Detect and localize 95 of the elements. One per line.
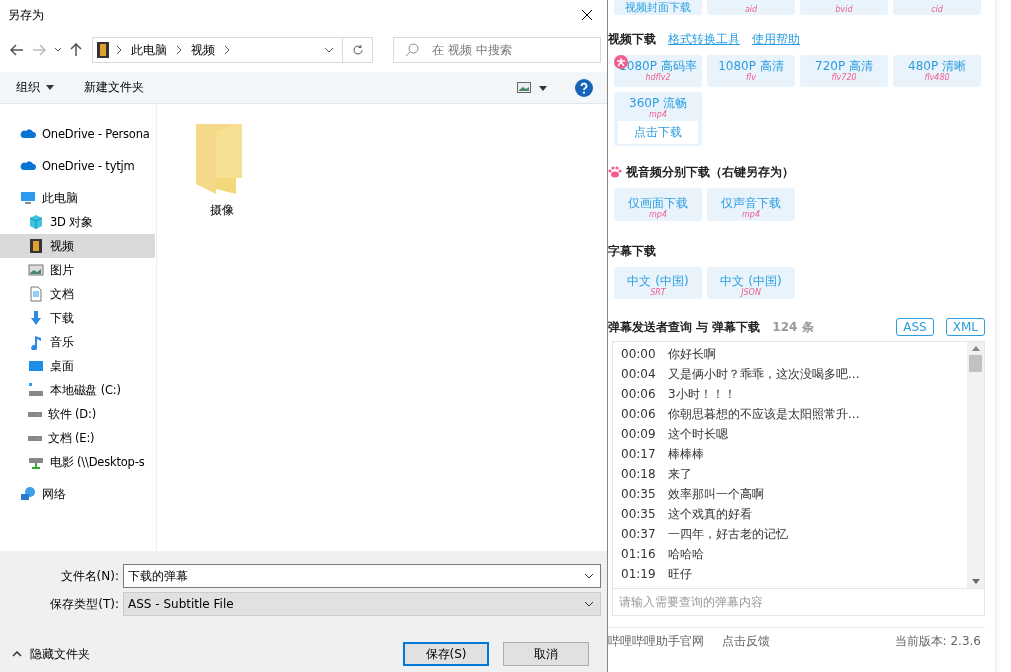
nav-item[interactable]: 图片 — [0, 258, 155, 282]
save-type-dropdown[interactable]: ASS - Subtitle File — [123, 592, 601, 616]
drive-icon — [28, 411, 42, 417]
dialog-title: 另存为 — [8, 6, 44, 24]
drive-icon — [28, 435, 42, 441]
nav-item[interactable]: 视频 — [0, 234, 155, 258]
refresh-icon — [351, 44, 364, 56]
danmaku-text: 旺仔 — [668, 565, 692, 583]
back-button[interactable] — [8, 42, 26, 58]
heading-text: 视音频分别下载（右键另存为） — [626, 163, 794, 181]
scroll-down-icon[interactable] — [971, 579, 980, 584]
chevron-right-icon — [175, 46, 183, 54]
danmaku-time: 00:04 — [621, 367, 657, 381]
nav-item[interactable]: 网络 — [0, 482, 155, 506]
download-arrow-icon — [28, 310, 44, 326]
view-options-button[interactable] — [515, 79, 549, 96]
scroll-thumb[interactable] — [969, 355, 982, 372]
close-icon — [581, 9, 593, 21]
danmaku-count: 124 条 — [772, 318, 814, 336]
caret-down-icon — [54, 47, 62, 53]
version-text: 当前版本: 2.3.6 — [894, 633, 981, 650]
danmaku-text: 你好长啊 — [668, 345, 716, 363]
danmaku-text: 哈哈哈 — [668, 545, 704, 563]
paw-icon — [608, 166, 622, 178]
scroll-up-icon[interactable] — [971, 346, 980, 351]
danmaku-time: 00:09 — [621, 427, 657, 441]
field-label: 保存类型(T): — [49, 595, 120, 613]
search-icon — [405, 43, 419, 57]
footer-link[interactable]: 点击反馈 — [722, 633, 770, 650]
file-name-field[interactable]: 下载的弹幕 — [123, 564, 601, 588]
network-icon — [20, 486, 36, 502]
section-heading: 字幕下载 — [608, 242, 656, 260]
nav-item[interactable]: 桌面 — [0, 354, 155, 378]
save-button[interactable]: 保存(S) — [403, 642, 489, 666]
nav-item[interactable]: 软件 (D:) — [0, 402, 155, 426]
breadcrumb[interactable]: 此电脑 — [129, 41, 169, 59]
chevron-right-icon — [115, 46, 123, 54]
nav-item[interactable]: 文档 (E:) — [0, 426, 155, 450]
danmaku-text: 3小时！！！ — [668, 385, 736, 403]
danmaku-text: 这个戏真的好看 — [668, 505, 752, 523]
chevron-right-icon — [223, 46, 231, 54]
breadcrumb[interactable]: 视频 — [189, 41, 217, 59]
drive-icon — [28, 382, 44, 398]
nav-item[interactable]: 3D 对象 — [0, 210, 155, 234]
new-folder-button[interactable]: 新建文件夹 — [84, 79, 144, 96]
nav-item[interactable]: 电影 (\\Desktop-s — [0, 450, 155, 474]
picture-icon — [28, 262, 44, 278]
nav-item[interactable]: 本地磁盘 (C:) — [0, 378, 155, 402]
danmaku-time: 01:19 — [621, 567, 657, 581]
danmaku-time: 00:18 — [621, 467, 657, 481]
danmaku-time: 00:17 — [621, 447, 657, 461]
nav-item[interactable]: 下载 — [0, 306, 155, 330]
organize-menu[interactable]: 组织 — [16, 79, 54, 96]
danmaku-text: 棒棒棒 — [668, 445, 704, 463]
help-icon[interactable] — [573, 76, 595, 99]
caret-down-icon — [46, 85, 54, 90]
danmaku-time: 00:06 — [621, 407, 657, 421]
nav-item[interactable]: 文档 — [0, 282, 155, 306]
up-button[interactable] — [68, 41, 84, 59]
danmaku-text: 你朝思暮想的不应该是太阳照常升... — [668, 405, 860, 423]
music-note-icon — [28, 334, 44, 350]
film-icon — [28, 238, 44, 254]
nav-item[interactable]: 音乐 — [0, 330, 155, 354]
footer-link[interactable]: 哔哩哔哩助手官网 — [608, 633, 704, 650]
danmaku-time: 00:00 — [621, 347, 657, 361]
danmaku-search-field[interactable]: 请输入需要查询的弹幕内容 — [612, 589, 985, 616]
hide-folders-button[interactable]: 隐藏文件夹 — [12, 645, 90, 663]
danmaku-text: 一四年，好古老的记忆 — [668, 525, 788, 543]
field-label: 文件名(N): — [59, 567, 120, 585]
cube-icon — [28, 214, 44, 230]
nav-item[interactable]: OneDrive - Persona — [0, 122, 155, 146]
chevron-up-icon — [12, 651, 22, 657]
search-field[interactable]: 在 视频 中搜索 — [393, 37, 601, 63]
danmaku-time: 00:37 — [621, 527, 657, 541]
danmaku-time: 00:06 — [621, 387, 657, 401]
computer-icon — [20, 190, 36, 206]
cancel-button[interactable]: 取消 — [503, 642, 589, 666]
danmaku-text: 又是俩小时？乖乖，这次没喝多吧... — [668, 365, 860, 383]
document-icon — [28, 286, 44, 302]
address-bar[interactable]: 此电脑 视频 — [92, 37, 373, 63]
danmaku-time: 00:35 — [621, 507, 657, 521]
danmaku-text: 效率那叫一个高啊 — [668, 485, 764, 503]
danmaku-text: 来了 — [668, 465, 692, 483]
desktop-icon — [28, 358, 44, 374]
danmaku-time: 00:35 — [621, 487, 657, 501]
folder-item[interactable]: 摄像 — [187, 122, 257, 219]
film-icon — [97, 42, 109, 58]
section-heading: 视频下载 — [608, 30, 656, 48]
nav-item[interactable]: OneDrive - tytjm — [0, 154, 155, 178]
scrollbar[interactable] — [967, 342, 984, 588]
chevron-down-icon — [324, 47, 334, 53]
danmaku-time: 01:16 — [621, 547, 657, 561]
section-heading: 弹幕发送者查询 与 弹幕下载 — [608, 318, 761, 336]
nav-item[interactable]: 此电脑 — [0, 186, 155, 210]
danmaku-text: 这个时长嗯 — [668, 425, 728, 443]
